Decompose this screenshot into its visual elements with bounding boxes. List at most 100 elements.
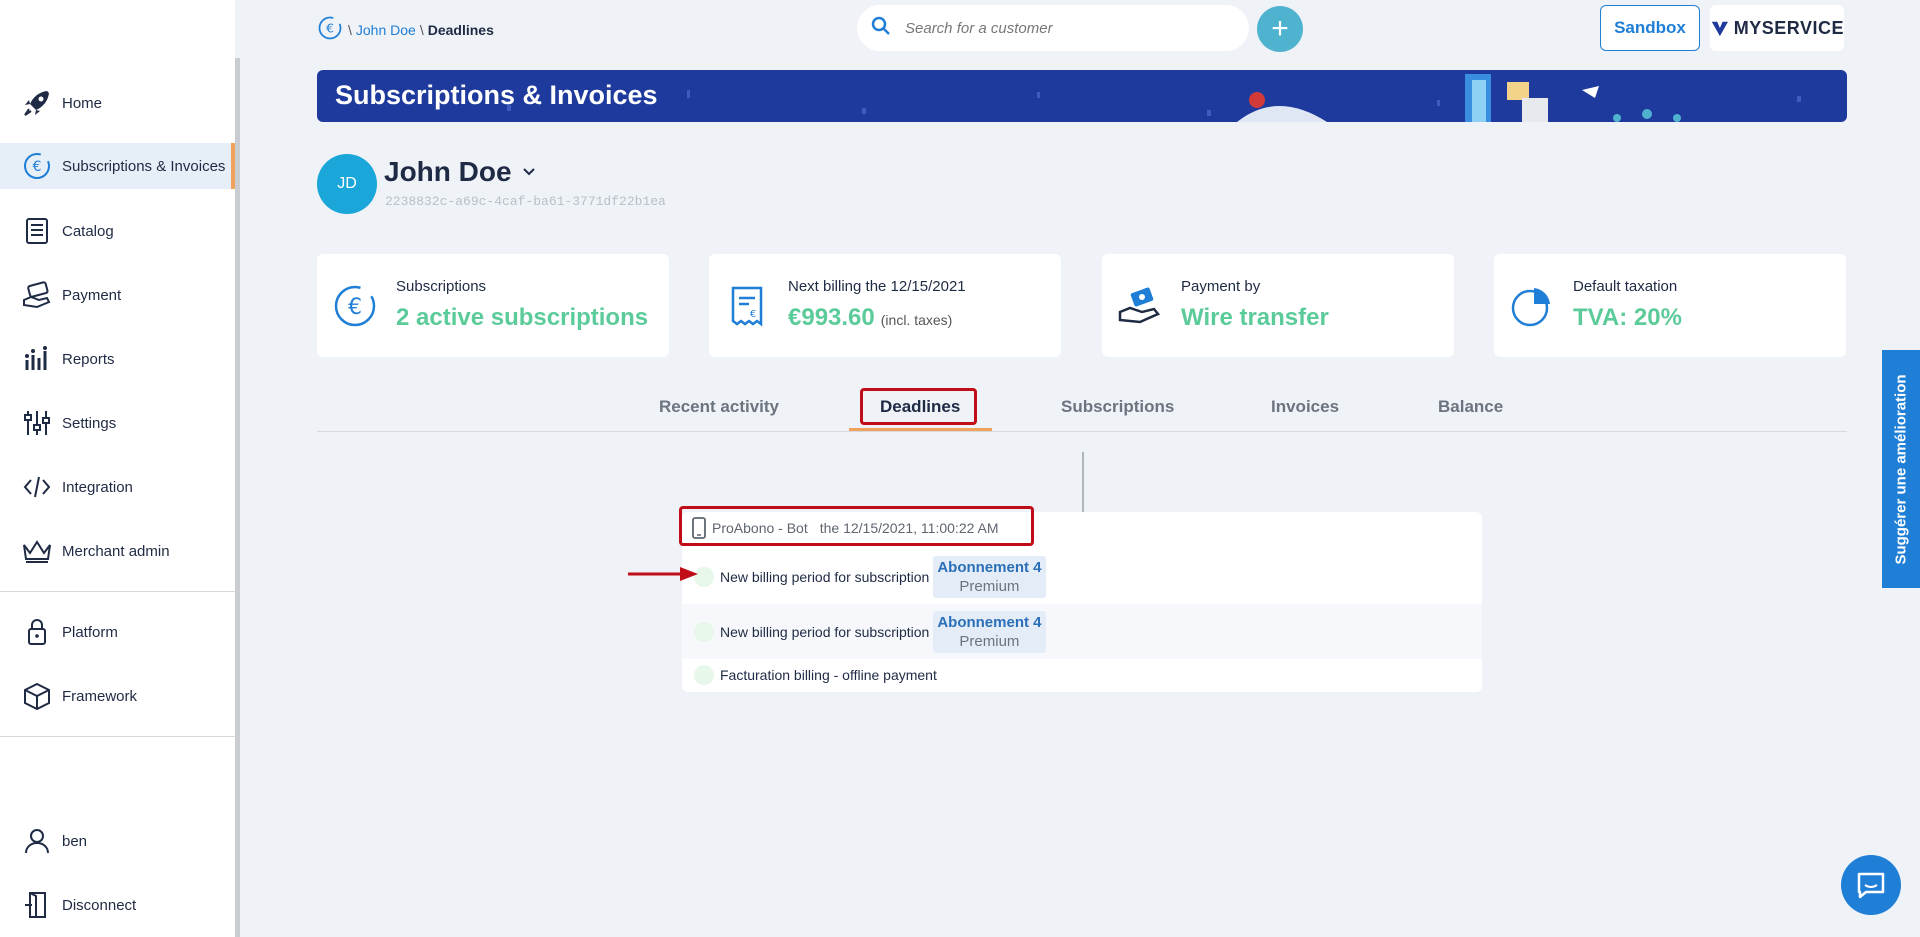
stat-label: Default taxation	[1573, 278, 1678, 295]
customer-name[interactable]: John Doe	[384, 156, 536, 188]
feedback-tab[interactable]: Suggérer une amélioration	[1882, 350, 1920, 588]
stat-value: €993.60 (incl. taxes)	[788, 304, 952, 332]
stat-amount: €993.60	[788, 304, 875, 331]
chat-button[interactable]	[1841, 855, 1901, 915]
crown-icon	[20, 534, 54, 568]
receipt-icon: €	[731, 286, 763, 327]
code-icon	[20, 470, 54, 504]
timeline-row: New billing period for subscription Abon…	[682, 549, 1482, 604]
status-dot-icon	[694, 621, 714, 642]
status-dot-icon	[694, 665, 714, 685]
breadcrumb-separator: \	[419, 21, 424, 38]
user-icon	[20, 824, 54, 858]
stat-value: Wire transfer	[1181, 304, 1329, 331]
tab-invoices[interactable]: Invoices	[1271, 397, 1339, 417]
customer-name-text: John Doe	[384, 156, 512, 187]
highlight-box-header	[679, 506, 1034, 546]
sidebar-item-payment[interactable]: Payment	[0, 272, 235, 318]
breadcrumb-current: Deadlines	[427, 21, 494, 38]
wire-transfer-icon	[1118, 287, 1160, 324]
tabs-divider	[317, 431, 1847, 432]
search-icon	[871, 16, 891, 41]
payment-icon	[20, 278, 54, 312]
sidebar-item-label: Home	[62, 94, 103, 112]
subscription-name: Abonnement 4	[937, 613, 1042, 631]
sandbox-button[interactable]: Sandbox	[1600, 5, 1700, 51]
stat-card-next-billing: € Next billing the 12/15/2021 €993.60 (in…	[709, 254, 1061, 357]
door-icon	[20, 888, 54, 922]
brand-logo[interactable]: MYSERVICE	[1710, 5, 1844, 51]
sidebar-item-catalog[interactable]: Catalog	[0, 208, 235, 254]
sidebar-item-label: Catalog	[62, 222, 114, 240]
stat-card-default-taxation: Default taxation TVA: 20%	[1494, 254, 1846, 357]
stat-card-payment-by: Payment by Wire transfer	[1102, 254, 1454, 357]
svg-text:€: €	[348, 295, 362, 320]
svg-text:€: €	[750, 309, 756, 320]
brand-name: MYSERVICE	[1733, 17, 1844, 38]
sidebar-item-integration[interactable]: Integration	[0, 464, 235, 510]
search-input[interactable]	[905, 19, 1225, 37]
sidebar-scrollbar[interactable]	[235, 58, 240, 937]
sidebar-item-label: Merchant admin	[62, 542, 170, 560]
svg-text:€: €	[326, 21, 334, 35]
timeline-row: New billing period for subscription Abon…	[682, 604, 1482, 659]
stat-suffix: (incl. taxes)	[880, 312, 953, 328]
sidebar-item-label: Subscriptions & Invoices	[62, 157, 226, 175]
subscription-pill[interactable]: Abonnement 4 Premium	[933, 610, 1046, 653]
breadcrumb: € \ John Doe \ Deadlines	[316, 14, 494, 45]
sidebar-divider	[0, 736, 235, 737]
search-bar[interactable]	[857, 5, 1249, 51]
tab-recent-activity[interactable]: Recent activity	[659, 397, 779, 417]
page-title: Subscriptions & Invoices	[335, 80, 658, 110]
sidebar-item-disconnect[interactable]: Disconnect	[0, 882, 235, 928]
sidebar-item-label: Platform	[62, 623, 118, 641]
svg-text:€: €	[33, 159, 42, 175]
stat-card-subscriptions: € Subscriptions 2 active subscriptions	[317, 254, 669, 357]
avatar: JD	[317, 154, 377, 214]
timeline-connector	[1082, 452, 1084, 512]
timeline-row-text: New billing period for subscription	[720, 623, 930, 640]
settings-icon	[20, 406, 54, 440]
sidebar-item-label: Reports	[62, 350, 115, 368]
page-banner: Subscriptions & Invoices	[317, 70, 1847, 122]
sidebar-item-merchant-admin[interactable]: Merchant admin	[0, 528, 235, 574]
euro-cycle-icon[interactable]: €	[316, 14, 344, 45]
timeline-row-text: Facturation billing - offline payment	[720, 667, 937, 683]
sidebar-item-user[interactable]: ben	[0, 818, 235, 864]
reports-icon	[20, 342, 54, 376]
customer-id: 2238832c-a69c-4caf-ba61-3771df22b1ea	[385, 194, 666, 209]
sidebar-item-framework[interactable]: Framework	[0, 673, 235, 719]
tab-subscriptions[interactable]: Subscriptions	[1061, 397, 1174, 417]
box-icon	[20, 679, 54, 713]
euro-cycle-icon: €	[334, 285, 376, 327]
subscription-name: Abonnement 4	[937, 558, 1042, 576]
sidebar-item-settings[interactable]: Settings	[0, 400, 235, 446]
sidebar-divider	[0, 591, 235, 592]
annotation-arrow-icon	[628, 567, 698, 581]
brand-mark-icon	[1711, 21, 1728, 37]
pie-chart-icon	[1511, 288, 1550, 327]
euro-cycle-icon: €	[20, 149, 54, 183]
highlight-box-tab	[860, 388, 977, 425]
breadcrumb-customer-link[interactable]: John Doe	[356, 22, 416, 38]
sidebar-item-label: Settings	[62, 414, 117, 432]
add-button[interactable]: +	[1257, 6, 1303, 52]
timeline-row-text: New billing period for subscription	[720, 568, 930, 585]
sidebar-item-subscriptions-invoices[interactable]: € Subscriptions & Invoices	[0, 143, 235, 189]
subscription-plan: Premium	[959, 632, 1020, 650]
feedback-label: Suggérer une amélioration	[1892, 373, 1910, 565]
sidebar-item-platform[interactable]: Platform	[0, 609, 235, 655]
chevron-down-icon[interactable]	[522, 165, 536, 179]
stat-label: Subscriptions	[396, 278, 487, 295]
sidebar-item-label: Disconnect	[62, 896, 137, 914]
stat-label: Next billing the 12/15/2021	[788, 278, 966, 295]
catalog-icon	[20, 214, 54, 248]
subscription-pill[interactable]: Abonnement 4 Premium	[933, 555, 1046, 598]
tab-balance[interactable]: Balance	[1438, 397, 1503, 417]
sidebar-item-home[interactable]: Home	[0, 80, 235, 126]
sidebar-item-label: Payment	[62, 286, 122, 304]
sidebar-item-label: Integration	[62, 478, 133, 496]
sidebar-item-reports[interactable]: Reports	[0, 336, 235, 382]
breadcrumb-separator: \	[348, 21, 352, 38]
lock-icon	[20, 615, 54, 649]
